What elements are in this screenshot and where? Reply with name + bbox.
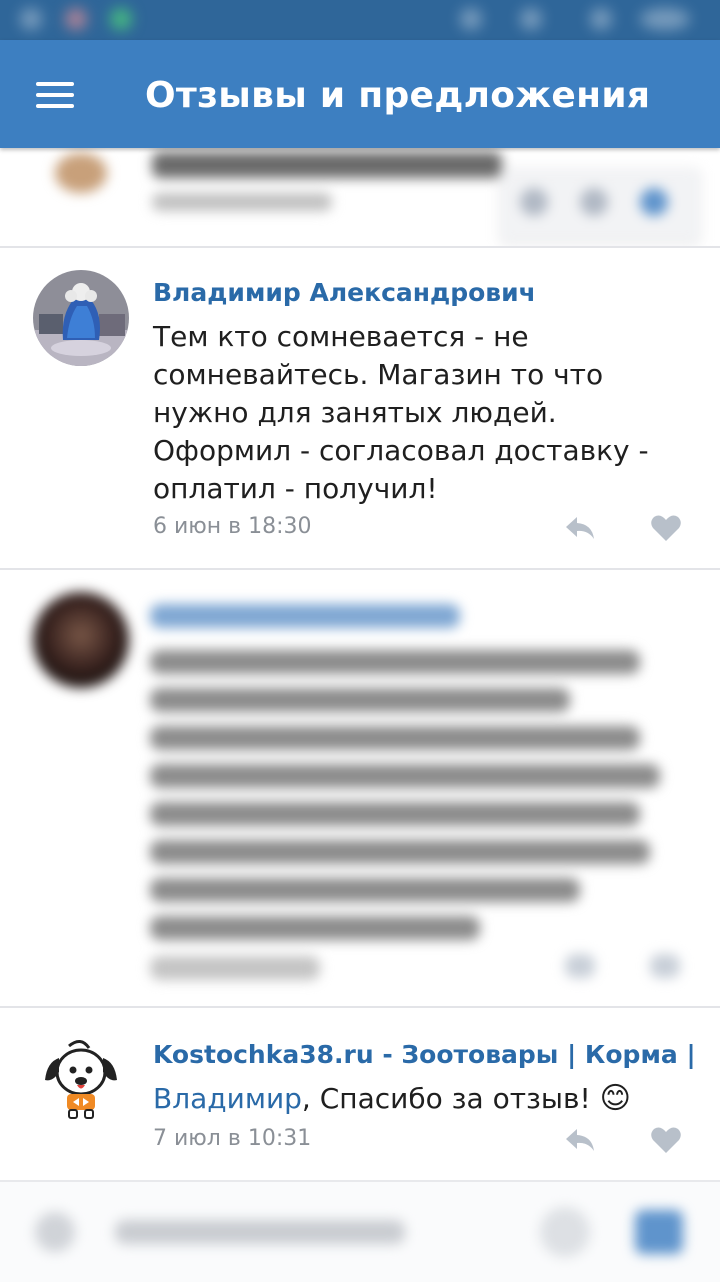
comment-text: Владимир, Спасибо за отзыв! 😊 (153, 1080, 693, 1118)
paperclip-icon[interactable] (35, 1212, 75, 1252)
reply-text: , Спасибо за отзыв! (301, 1082, 591, 1115)
send-icon[interactable] (635, 1210, 683, 1254)
heart-icon[interactable] (650, 1126, 682, 1154)
reply-icon[interactable] (564, 1126, 596, 1154)
comment-item: Kostochka38.ru - Зоотовары | Корма | Вла… (0, 1008, 720, 1178)
app-bar: Отзывы и предложения (0, 40, 720, 148)
reply-icon[interactable] (564, 514, 596, 542)
avatar[interactable] (33, 1028, 129, 1124)
hamburger-menu-icon[interactable] (36, 82, 76, 110)
message-input[interactable] (115, 1220, 405, 1244)
blurred-comment (0, 570, 720, 1008)
comment-author[interactable]: Kostochka38.ru - Зоотовары | Корма | (153, 1038, 696, 1072)
comment-author[interactable]: Владимир Александрович (153, 276, 536, 310)
reply-mention-link[interactable]: Владимир (153, 1082, 302, 1115)
message-composer (0, 1180, 720, 1282)
page-title: Отзывы и предложения (145, 75, 651, 116)
heart-icon[interactable] (650, 514, 682, 542)
comment-item: Владимир Александрович Тем кто сомневает… (0, 248, 720, 570)
comment-text: Тем кто сомневается - не сомневайтесь. М… (153, 320, 649, 505)
smile-emoji-icon: 😊 (599, 1081, 631, 1116)
sticker-icon[interactable] (540, 1207, 590, 1257)
comment-date: 6 июн в 18:30 (153, 514, 312, 539)
blurred-comment-top (0, 148, 720, 248)
avatar[interactable] (33, 270, 129, 366)
comment-date: 7 июл в 10:31 (153, 1126, 312, 1151)
status-bar (0, 0, 720, 40)
